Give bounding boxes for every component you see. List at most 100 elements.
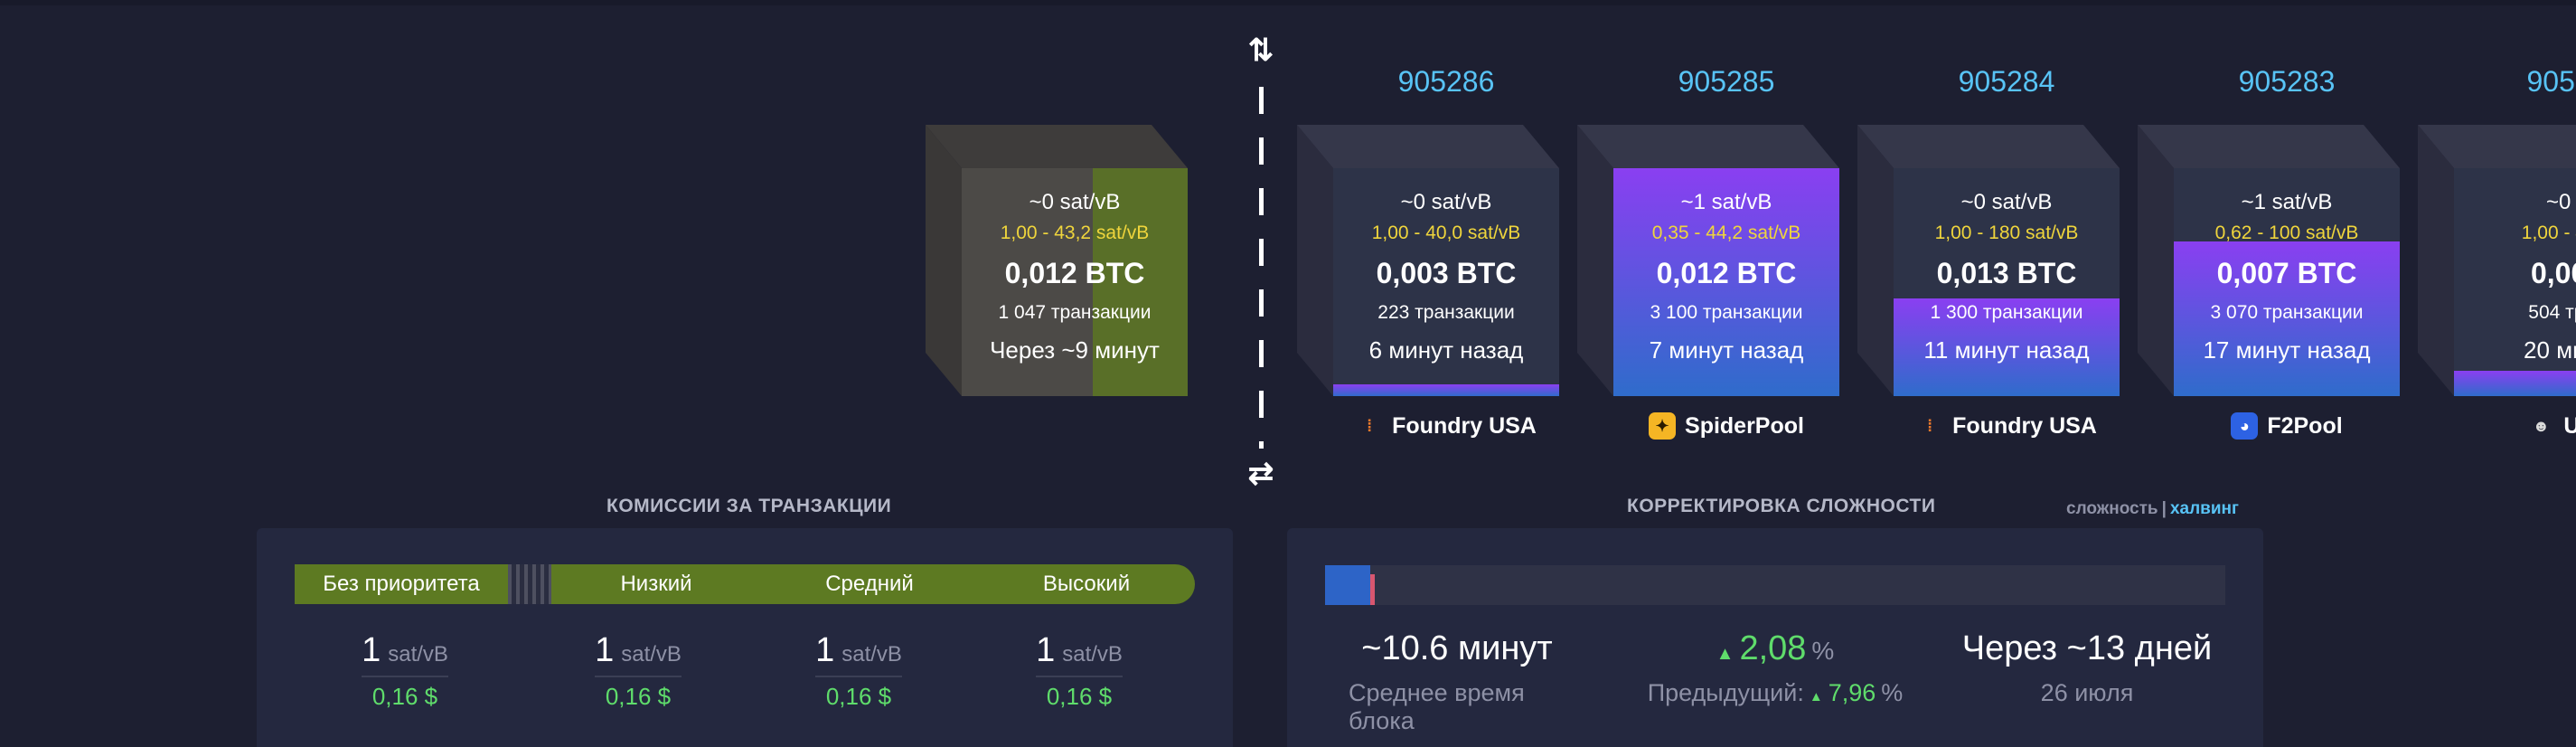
f2pool-icon: ◕ bbox=[2231, 412, 2259, 440]
fee-range: 0,62 - 100 sat/vB bbox=[2214, 222, 2359, 243]
difficulty-panel: ~10.6 минут Среднее время блока ▲ 2,08 %… bbox=[1287, 528, 2263, 747]
mined-block[interactable]: ~0 sat/vB 1,00 - 180 sat/vB 0,013 BTC 1 300… bbox=[1857, 125, 2120, 396]
block-side bbox=[2138, 125, 2174, 396]
fee-median: ~0 sat/vB bbox=[1029, 190, 1121, 214]
fee-median: ~0 sat/vB bbox=[1400, 190, 1492, 214]
difficulty-section-title: КОРРЕКТИРОВКА СЛОЖНОСТИ bbox=[1627, 496, 1936, 516]
fees-section-title: КОМИССИИ ЗА ТРАНЗАКЦИИ bbox=[606, 496, 892, 516]
block-face: ~0 sat/vB 1,00 - 43,2 sat/vB 0,012 BTC 1… bbox=[962, 168, 1188, 396]
mined-block[interactable]: ~1 sat/vB 0,35 - 44,2 sat/vB 0,012 BTC 3 10… bbox=[1577, 125, 1839, 396]
fee-label-high[interactable]: Высокий bbox=[978, 564, 1195, 604]
foundry-icon: ⁞ bbox=[1927, 416, 1933, 435]
fee-median: ~1 sat/vB bbox=[2241, 190, 2333, 214]
mining-pool[interactable]: ◕ F2Pool bbox=[2174, 412, 2400, 440]
mempool-divider bbox=[1259, 87, 1264, 449]
avg-block-time: ~10.6 минут Среднее время блока bbox=[1349, 629, 1565, 735]
fee-value: 1 bbox=[595, 631, 615, 669]
fee-unit: sat/vB bbox=[621, 642, 682, 667]
fee-label-low[interactable]: Низкий bbox=[551, 564, 761, 604]
block-face: ~0 sat/vB 1,00 - 180 sat/vB 0,013 BTC 1 300… bbox=[1894, 168, 2120, 396]
difficulty-change-unit: % bbox=[1811, 637, 1835, 665]
previous-label: Предыдущий: bbox=[1647, 679, 1804, 706]
time-ago: 11 минут назад bbox=[1923, 336, 2090, 364]
pool-name: SpiderPool bbox=[1685, 412, 1804, 439]
fee-unit: sat/vB bbox=[388, 642, 448, 667]
difficulty-progress-fill bbox=[1325, 565, 1370, 605]
pool-name: F2Pool bbox=[2267, 412, 2343, 439]
tx-count: 1 300 транзакции bbox=[1930, 302, 2083, 323]
fee-label-medium[interactable]: Средний bbox=[761, 564, 978, 604]
fee-range: 1,00 - 40,0 sat/vB bbox=[1371, 222, 1521, 243]
pool-name: Unk bbox=[2563, 412, 2576, 439]
toggle-direction-icon[interactable]: ⇅ bbox=[1247, 33, 1274, 68]
fee-medium: 1 sat/vB 0,16 $ bbox=[782, 631, 935, 711]
block-face: ~0 sat/vB 1,00 - 40,0 sat/vB 0,003 BTC 223 … bbox=[1333, 168, 1559, 396]
block-side bbox=[1857, 125, 1894, 396]
mempool-block[interactable]: ~0 sat/vB 1,00 - 43,2 sat/vB 0,012 BTC 1… bbox=[926, 125, 1188, 396]
difficulty-change-value: 2,08 bbox=[1739, 629, 1807, 667]
block-face: ~1 sat/vB 0,62 - 100 sat/vB 0,007 BTC 3 070… bbox=[2174, 168, 2400, 396]
mining-pool[interactable]: ⁞ Foundry USA bbox=[1894, 412, 2120, 440]
fee-range: 1,00 - 43,2 sat/vB bbox=[1000, 222, 1150, 243]
fee-low: 1 sat/vB 0,16 $ bbox=[561, 631, 715, 711]
swap-arrows-icon[interactable]: ⇄ bbox=[1247, 457, 1274, 491]
block-side bbox=[2418, 125, 2454, 396]
expected-progress-marker bbox=[1369, 574, 1375, 605]
difficulty-eta: Через ~13 дней 26 июля bbox=[1951, 629, 2223, 707]
total-fees: 0,013 BTC bbox=[1936, 257, 2077, 289]
fee-priority-bar: Без приоритета Низкий Средний Высокий bbox=[295, 564, 1195, 604]
tx-count: 1 047 транзакции bbox=[998, 302, 1152, 323]
block-height[interactable]: 905286 bbox=[1333, 65, 1559, 99]
mining-pool[interactable]: ☻ Unk bbox=[2454, 412, 2576, 440]
fees-panel: Без приоритета Низкий Средний Высокий 1s… bbox=[257, 528, 1233, 747]
difficulty-links: сложность | халвинг bbox=[2066, 499, 2239, 519]
block-side bbox=[1577, 125, 1613, 396]
mining-pool[interactable]: ⁞ Foundry USA bbox=[1333, 412, 1559, 440]
fee-value: 1 bbox=[815, 631, 835, 669]
difficulty-eta-value: Через ~13 дней bbox=[1961, 629, 2213, 667]
fee-range: 1,00 - 180 sat/vB bbox=[1934, 222, 2079, 243]
fee-median: ~0 sat/vB bbox=[1960, 190, 2053, 214]
mined-block[interactable]: ~0 sat/vB 1,00 - 40,0 sat/vB 0,003 BTC 223 … bbox=[1297, 125, 1559, 396]
block-top bbox=[1577, 125, 1839, 168]
block-height[interactable]: 905285 bbox=[1613, 65, 1839, 99]
block-height[interactable]: 905284 bbox=[1894, 65, 2120, 99]
difficulty-change: ▲ 2,08 % Предыдущий: ▲ 7,96 % bbox=[1640, 629, 1911, 707]
block-face: ~0 s 1,00 - 40,0 0,004 504 тран 20 мину bbox=[2454, 168, 2576, 396]
top-border bbox=[0, 0, 2576, 5]
up-triangle-icon: ▲ bbox=[1809, 689, 1823, 704]
tx-count: 504 тран bbox=[2528, 302, 2576, 323]
link-separator: | bbox=[2161, 499, 2167, 518]
total-fees: 0,007 BTC bbox=[2216, 257, 2357, 289]
spiderpool-icon: ✦ bbox=[1649, 412, 1677, 440]
avg-block-time-value: ~10.6 минут bbox=[1361, 629, 1553, 667]
block-face: ~1 sat/vB 0,35 - 44,2 sat/vB 0,012 BTC 3 10… bbox=[1613, 168, 1839, 396]
fee-label-no-priority[interactable]: Без приоритета bbox=[295, 564, 508, 604]
avg-block-time-label: Среднее время блока bbox=[1349, 679, 1525, 734]
foundry-icon: ⁞ bbox=[1367, 416, 1373, 435]
time-ago: 20 мину bbox=[2524, 336, 2576, 364]
total-fees: 0,003 BTC bbox=[1376, 257, 1517, 289]
block-height[interactable]: 905283 bbox=[2174, 65, 2400, 99]
unknown-miner-icon: ☻ bbox=[2532, 416, 2550, 435]
difficulty-link[interactable]: сложность bbox=[2066, 499, 2158, 518]
block-top bbox=[926, 125, 1188, 168]
halving-link[interactable]: халвинг bbox=[2170, 499, 2239, 518]
block-side bbox=[926, 125, 962, 396]
fee-median: ~1 sat/vB bbox=[1680, 190, 1772, 214]
mined-block[interactable]: ~0 s 1,00 - 40,0 0,004 504 тран 20 мину bbox=[2418, 125, 2576, 396]
fee-range: 0,35 - 44,2 sat/vB bbox=[1651, 222, 1801, 243]
fee-usd: 0,16 $ bbox=[825, 683, 892, 710]
block-height[interactable]: 90528 bbox=[2454, 65, 2576, 99]
mined-block[interactable]: ~1 sat/vB 0,62 - 100 sat/vB 0,007 BTC 3 070… bbox=[2138, 125, 2400, 396]
previous-value: 7,96 bbox=[1828, 679, 1876, 706]
pool-name: Foundry USA bbox=[1952, 412, 2097, 439]
difficulty-progress-bar bbox=[1325, 565, 2225, 605]
fee-gap bbox=[508, 564, 551, 604]
time-ago: 17 минут назад bbox=[2203, 336, 2371, 364]
block-top bbox=[2138, 125, 2400, 168]
total-fees: 0,004 bbox=[2530, 257, 2576, 289]
difficulty-eta-date: 26 июля bbox=[2040, 679, 2134, 706]
mining-pool[interactable]: ✦ SpiderPool bbox=[1613, 412, 1839, 440]
time-ago: 7 минут назад bbox=[1649, 336, 1804, 364]
